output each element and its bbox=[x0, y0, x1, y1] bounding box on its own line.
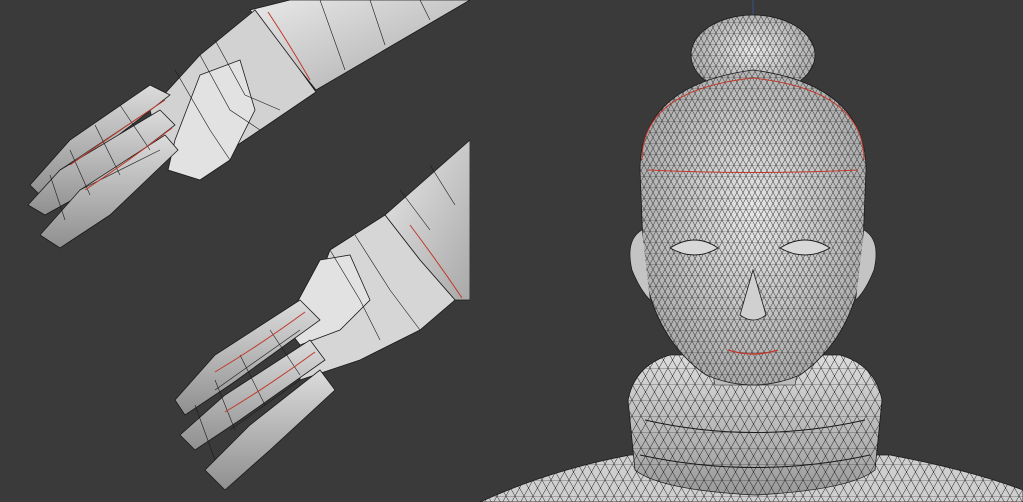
app-window bbox=[0, 0, 1023, 502]
viewport-hands-canvas[interactable] bbox=[0, 0, 470, 502]
viewport-hands[interactable] bbox=[0, 0, 470, 502]
viewport-head-canvas[interactable] bbox=[470, 0, 1023, 502]
viewport-head[interactable] bbox=[470, 0, 1023, 502]
